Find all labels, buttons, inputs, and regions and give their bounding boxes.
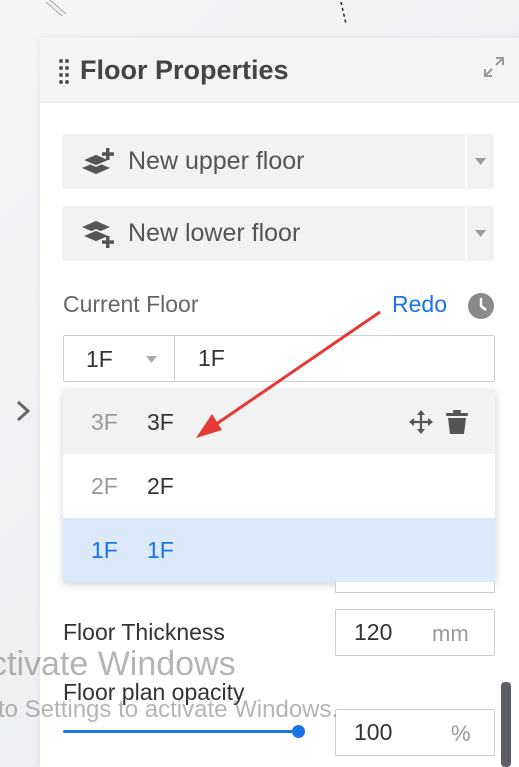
caret-down-icon xyxy=(146,356,157,363)
panel-title: Floor Properties xyxy=(80,55,289,85)
new-lower-floor-button[interactable]: New lower floor xyxy=(62,206,464,261)
floor-dropdown-list: 3F 3F 2F 2F 1F 1F xyxy=(63,390,495,582)
canvas-dashed-line xyxy=(340,2,347,24)
opacity-slider-track[interactable] xyxy=(63,730,299,733)
drag-handle-icon[interactable] xyxy=(58,58,70,84)
floor-thickness-field: mm xyxy=(335,609,495,656)
floor-option-short: 1F xyxy=(91,537,118,563)
floor-option-short: 2F xyxy=(91,473,118,499)
caret-down-icon xyxy=(475,230,486,237)
new-lower-floor-dropdown-toggle[interactable] xyxy=(467,206,494,261)
floor-option-3f[interactable]: 3F 3F xyxy=(63,390,495,454)
chevron-right-icon[interactable] xyxy=(12,396,34,426)
floor-name-input[interactable] xyxy=(175,336,500,381)
floor-option-short: 3F xyxy=(91,409,118,435)
new-upper-floor-split-button: New upper floor xyxy=(62,134,494,189)
move-icon[interactable] xyxy=(409,410,433,434)
floor-option-1f[interactable]: 1F 1F xyxy=(63,518,495,582)
history-clock-icon[interactable] xyxy=(467,292,495,320)
thickness-unit: mm xyxy=(432,621,469,646)
opacity-input[interactable] xyxy=(336,710,456,755)
add-layer-up-icon xyxy=(82,148,114,174)
floor-short-value: 1F xyxy=(86,346,113,372)
floor-option-name: 2F xyxy=(147,473,174,499)
floor-plan-opacity-label: Floor plan opacity xyxy=(63,679,245,705)
opacity-unit: % xyxy=(451,721,471,746)
floor-option-2f[interactable]: 2F 2F xyxy=(63,454,495,518)
floor-thickness-label: Floor Thickness xyxy=(63,619,225,645)
canvas-grid-lines xyxy=(45,0,67,17)
new-upper-floor-button[interactable]: New upper floor xyxy=(62,134,464,189)
current-floor-select: 1F xyxy=(63,335,500,382)
delete-icon[interactable] xyxy=(446,410,468,434)
current-floor-label: Current Floor xyxy=(63,291,199,317)
floor-option-name: 3F xyxy=(147,409,174,435)
new-upper-floor-label: New upper floor xyxy=(128,147,305,175)
new-lower-floor-split-button: New lower floor xyxy=(62,206,494,261)
hidden-field-edge xyxy=(335,582,495,593)
expand-icon[interactable] xyxy=(483,56,505,78)
new-upper-floor-dropdown-toggle[interactable] xyxy=(467,134,494,189)
floor-short-select[interactable]: 1F xyxy=(64,336,175,381)
floor-option-name: 1F xyxy=(147,537,174,563)
floor-name-field[interactable] xyxy=(175,336,500,381)
add-layer-down-icon xyxy=(82,221,114,248)
opacity-slider-thumb[interactable] xyxy=(292,725,305,738)
caret-down-icon xyxy=(475,158,486,165)
opacity-field: % xyxy=(335,709,495,756)
panel-header[interactable]: Floor Properties xyxy=(40,38,519,103)
redo-link[interactable]: Redo xyxy=(392,291,447,318)
scrollbar-thumb[interactable] xyxy=(501,682,511,767)
new-lower-floor-label: New lower floor xyxy=(128,219,301,247)
